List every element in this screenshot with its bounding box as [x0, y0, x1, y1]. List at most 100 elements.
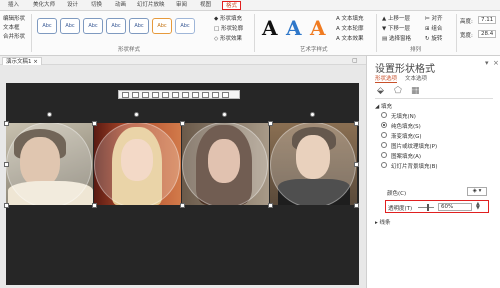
ungroup-icon[interactable] — [222, 92, 229, 98]
tab-format[interactable]: 格式 — [222, 1, 242, 10]
align-right-icon[interactable] — [142, 92, 149, 98]
portrait-photo-1[interactable] — [6, 123, 93, 205]
align-middle-icon[interactable] — [162, 92, 169, 98]
group-button[interactable]: ⊞ 组合 — [425, 24, 442, 32]
radio-picture-fill[interactable] — [381, 142, 387, 148]
close-icon[interactable]: × — [493, 59, 499, 67]
resize-handle[interactable] — [354, 121, 359, 126]
tab-transition[interactable]: 切换 — [91, 1, 102, 10]
distribute-horizontal-icon[interactable] — [182, 92, 189, 98]
resize-handle[interactable] — [4, 162, 9, 167]
portrait-photo-4[interactable] — [270, 123, 357, 205]
wordart-style-black[interactable]: A — [262, 16, 278, 40]
align-top-icon[interactable] — [152, 92, 159, 98]
shape-style-7[interactable]: Abc — [175, 18, 195, 34]
label-background-fill: 幻灯片背景填充(B) — [391, 164, 438, 170]
tab-view[interactable]: 视图 — [200, 1, 211, 10]
resize-handle[interactable] — [268, 121, 273, 126]
radio-gradient-fill[interactable] — [381, 132, 387, 138]
transparency-slider-thumb[interactable] — [426, 204, 429, 211]
portrait-photo-3[interactable] — [182, 123, 269, 205]
resize-handle[interactable] — [92, 121, 97, 126]
label-solid-fill: 纯色填充(S) — [391, 124, 421, 130]
transparency-input[interactable]: 60% — [438, 203, 472, 211]
text-effects-button[interactable]: A 文本效果 — [336, 34, 364, 42]
tab-animation[interactable]: 动画 — [115, 1, 126, 10]
group-label-arrange: 排列 — [410, 47, 422, 53]
color-picker-button[interactable]: ◈ ▾ — [467, 187, 487, 196]
radio-background-fill[interactable] — [381, 162, 387, 168]
ribbon-tab-bar: 插入 美化大师 设计 切换 动画 幻灯片放映 审阅 视图 格式 — [0, 0, 500, 11]
tab-beautify[interactable]: 美化大师 — [33, 1, 55, 10]
merge-shapes-button[interactable]: 合并形状 — [3, 32, 25, 40]
rotate-handle-icon[interactable] — [310, 112, 315, 117]
wordart-style-blue[interactable]: A — [286, 16, 302, 40]
resize-handle[interactable] — [180, 121, 185, 126]
shape-style-2[interactable]: Abc — [60, 18, 80, 34]
textbox-button[interactable]: 文本框 — [3, 23, 20, 31]
edit-shape-button[interactable]: 编辑形状 — [3, 14, 25, 22]
resize-handle[interactable] — [354, 162, 359, 167]
more-icon[interactable] — [212, 92, 219, 98]
portrait-photo-2[interactable] — [94, 123, 181, 205]
pane-title: 设置形状格式 — [375, 64, 435, 75]
shape-style-5[interactable]: Abc — [129, 18, 149, 34]
rotate-button[interactable]: ↻ 旋转 — [425, 34, 442, 42]
tab-design[interactable]: 设计 — [67, 1, 78, 10]
transparency-row: 透明度(T) 60% ▲ ▼ — [385, 200, 489, 213]
color-label: 颜色(C) — [387, 191, 407, 197]
tab-shape-options[interactable]: 形状选项 — [375, 74, 398, 83]
size-properties-icon[interactable]: ▦ — [411, 86, 420, 96]
shape-style-6[interactable]: Abc — [152, 18, 172, 34]
bring-forward-button[interactable]: ▲ 上移一层 — [382, 14, 410, 22]
rotate-handle-icon[interactable] — [47, 112, 52, 117]
group-label-shape-styles: 形状样式 — [118, 47, 141, 53]
radio-no-fill[interactable] — [381, 112, 387, 118]
resize-handle[interactable] — [4, 203, 9, 208]
height-field[interactable]: 7.11 — [478, 16, 497, 24]
pane-toggle-icon[interactable]: ▢ — [352, 57, 358, 64]
slide-canvas — [0, 65, 366, 288]
align-bottom-icon[interactable] — [172, 92, 179, 98]
resize-handle[interactable] — [92, 203, 97, 208]
width-field[interactable]: 28.4 — [478, 30, 497, 38]
rotate-handle-icon[interactable] — [222, 112, 227, 117]
shape-style-4[interactable]: Abc — [106, 18, 126, 34]
separator — [254, 14, 255, 52]
fill-section-header[interactable]: ◢ 填充 — [375, 102, 392, 110]
align-button[interactable]: ⊨ 对齐 — [425, 14, 443, 22]
tab-text-options[interactable]: 文本选项 — [405, 74, 427, 82]
group-icon[interactable] — [202, 92, 209, 98]
wordart-style-orange[interactable]: A — [310, 16, 326, 40]
radio-solid-fill[interactable] — [381, 122, 387, 128]
pane-options-icon[interactable]: ▾ — [485, 59, 489, 67]
shape-fill-button[interactable]: ◆ 形状填充 — [214, 14, 242, 22]
resize-handle[interactable] — [354, 203, 359, 208]
slide[interactable] — [4, 83, 359, 285]
radio-pattern-fill[interactable] — [381, 152, 387, 158]
align-left-icon[interactable] — [122, 92, 129, 98]
send-backward-button[interactable]: ▼ 下移一层 — [382, 24, 410, 32]
tab-review[interactable]: 审阅 — [176, 1, 187, 10]
shape-outline-button[interactable]: □ 形状轮廓 — [214, 24, 243, 32]
fill-line-icon[interactable]: ⬙ — [377, 86, 384, 96]
distribute-vertical-icon[interactable] — [192, 92, 199, 98]
shape-effects-button[interactable]: ◇ 形状效果 — [214, 34, 242, 42]
separator — [31, 14, 32, 52]
rotate-handle-icon[interactable] — [134, 112, 139, 117]
shape-style-3[interactable]: Abc — [83, 18, 103, 34]
stepper-icon[interactable]: ▲ ▼ — [476, 202, 480, 211]
document-tab[interactable]: 演示文稿1 × — [2, 57, 42, 65]
resize-handle[interactable] — [4, 121, 9, 126]
align-center-icon[interactable] — [132, 92, 139, 98]
line-section-header[interactable]: ▸ 线条 — [375, 218, 391, 226]
tab-insert[interactable]: 插入 — [8, 1, 19, 10]
tab-slideshow[interactable]: 幻灯片放映 — [137, 1, 165, 10]
effects-icon[interactable]: ⬠ — [394, 86, 402, 96]
selection-pane-button[interactable]: ▤ 选择窗格 — [382, 34, 411, 42]
resize-handle[interactable] — [268, 203, 273, 208]
text-outline-button[interactable]: A 文本轮廓 — [336, 24, 364, 32]
shape-style-1[interactable]: Abc — [37, 18, 57, 34]
text-fill-button[interactable]: A 文本填充 — [336, 14, 364, 22]
resize-handle[interactable] — [180, 203, 185, 208]
